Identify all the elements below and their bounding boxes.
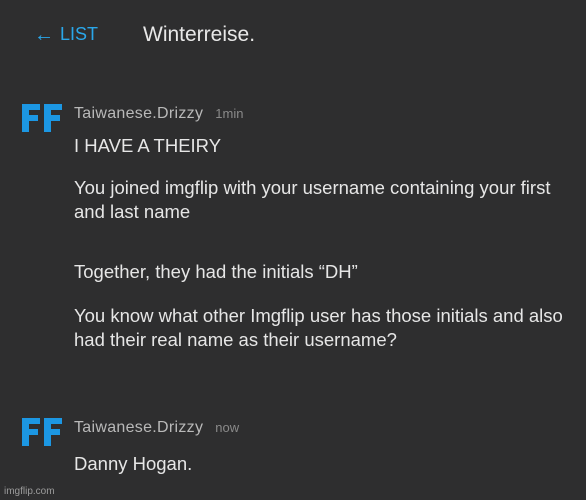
username[interactable]: Taiwanese.Drizzy (74, 105, 203, 123)
timestamp: now (215, 420, 240, 435)
chat-screen: ← LIST Winterreise. Taiwanese.Drizzy 1mi… (0, 0, 586, 500)
message-text: Danny Hogan. (74, 453, 193, 474)
top-bar: ← LIST Winterreise. (0, 0, 586, 72)
message-text: I HAVE A THEIRY (74, 135, 222, 156)
username[interactable]: Taiwanese.Drizzy (74, 419, 203, 437)
thread-title: Winterreise. (143, 23, 256, 46)
message-meta: Taiwanese.Drizzy 1min (74, 105, 243, 123)
message-text: You joined imgflip with your username co… (74, 177, 551, 222)
ff-logo-svg (22, 104, 62, 132)
left-arrow-icon: ← (34, 23, 54, 46)
ff-logo-icon[interactable] (20, 102, 64, 134)
message-text: Together, they had the initials “DH” (74, 261, 358, 282)
ff-logo-icon[interactable] (20, 416, 64, 448)
ff-logo-svg (22, 418, 62, 446)
message-text: You know what other Imgflip user has tho… (74, 305, 563, 350)
timestamp: 1min (215, 106, 244, 121)
back-label: LIST (60, 24, 99, 44)
watermark: imgflip.com (4, 486, 55, 497)
back-to-list-link[interactable]: ← LIST (34, 24, 98, 45)
message-meta: Taiwanese.Drizzy now (74, 419, 239, 437)
